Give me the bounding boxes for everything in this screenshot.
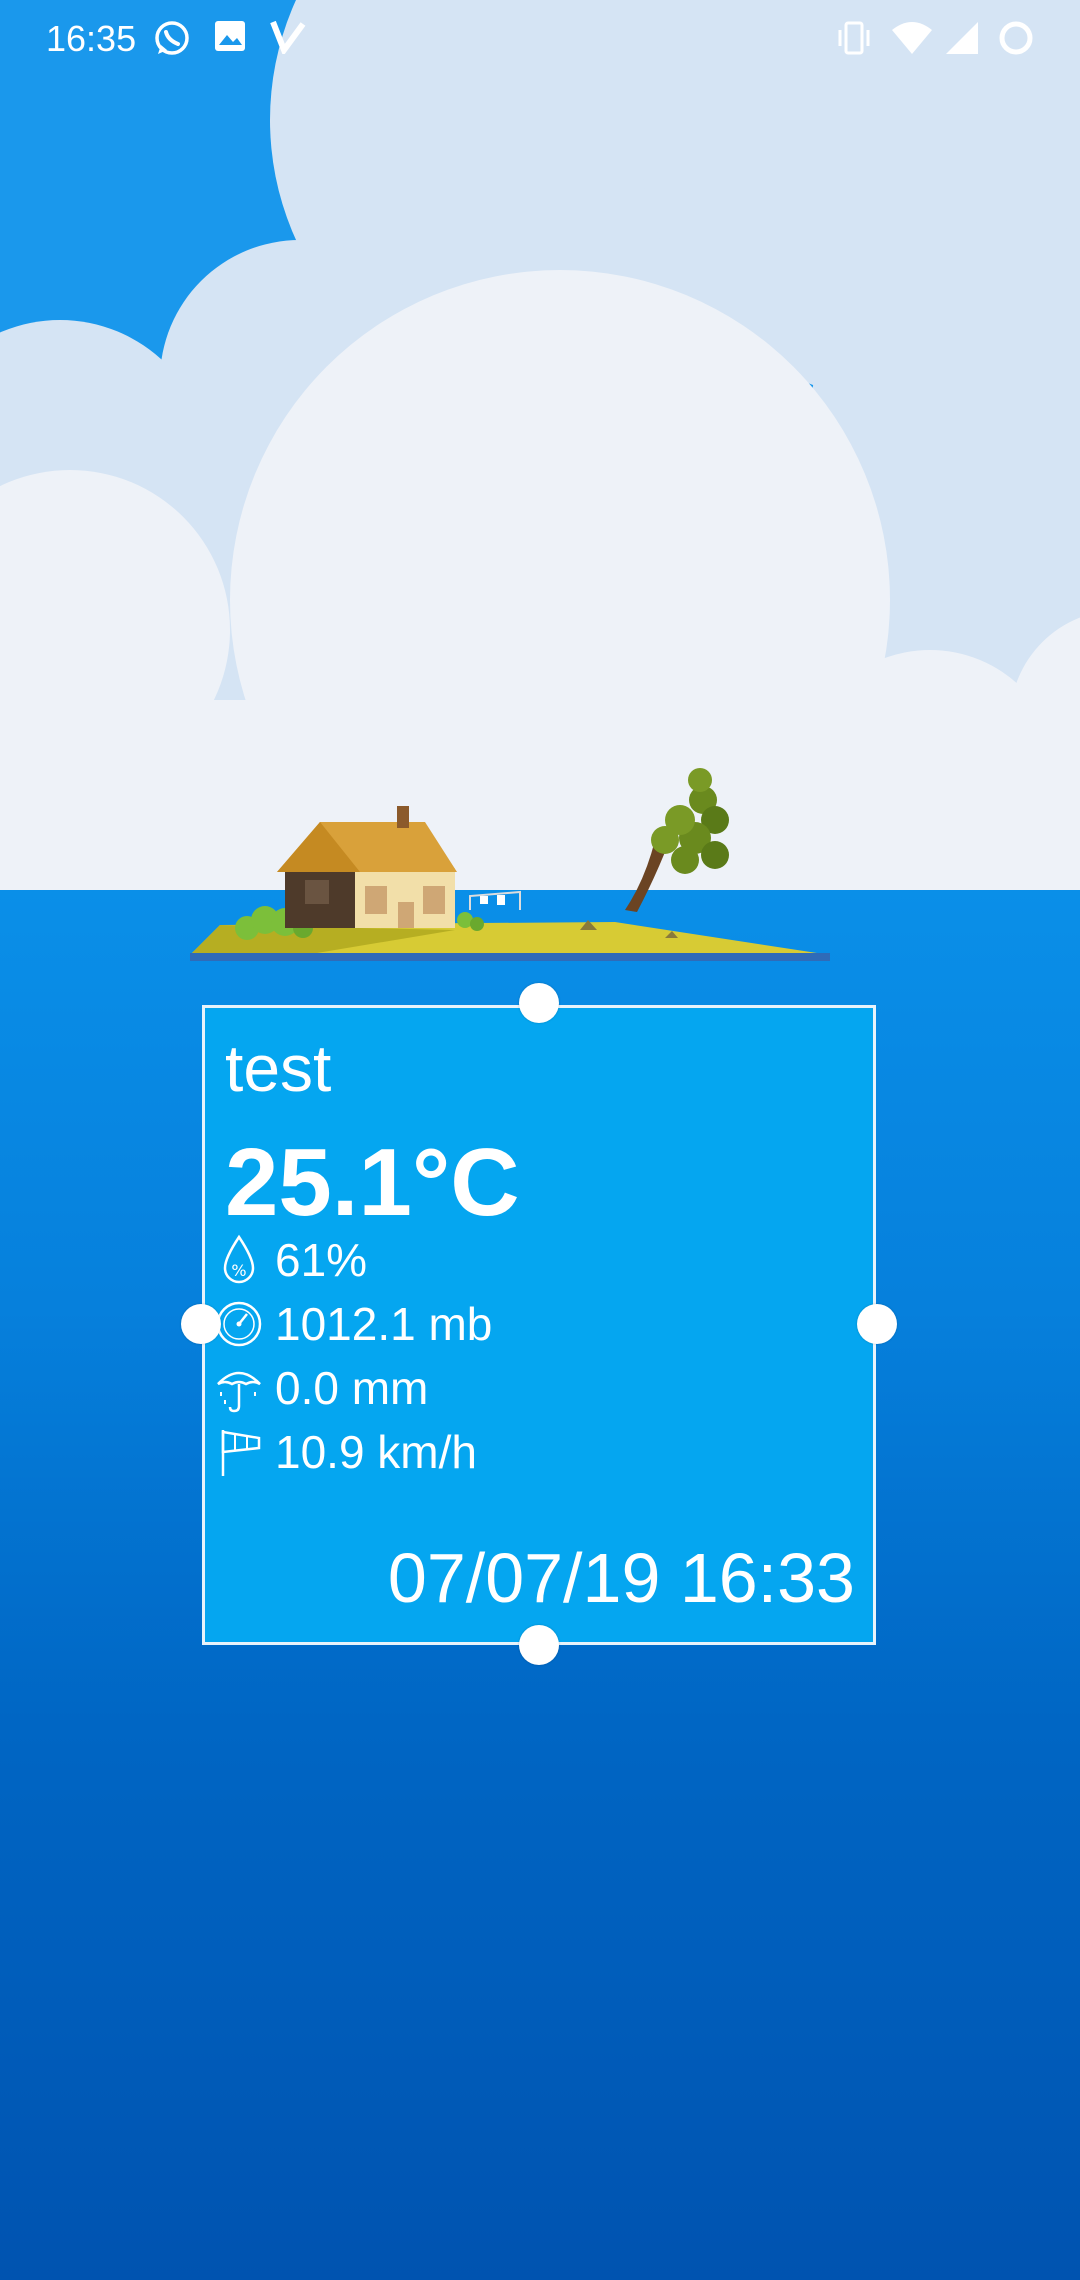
- battery-ring-icon: [996, 18, 1036, 62]
- humidity-value: 61%: [275, 1234, 368, 1286]
- humidity-icon: %: [215, 1232, 263, 1288]
- location-name: test: [225, 1031, 332, 1105]
- whatsapp-icon: [152, 18, 192, 62]
- vibrate-icon: [834, 18, 874, 62]
- temperature-value: 25.1°C: [225, 1129, 520, 1236]
- signal-icon: [944, 18, 980, 62]
- resize-handle-right[interactable]: [857, 1304, 897, 1344]
- wifi-icon: [890, 18, 934, 62]
- svg-text:%: %: [231, 1261, 246, 1280]
- island-illustration: [185, 760, 835, 975]
- wind-row: 10.9 km/h: [215, 1422, 477, 1482]
- check-icon: [270, 18, 306, 58]
- updated-timestamp: 07/07/19 16:33: [387, 1539, 855, 1617]
- resize-handle-top[interactable]: [519, 983, 559, 1023]
- status-time: 16:35: [46, 18, 137, 59]
- windsock-icon: [215, 1424, 263, 1480]
- resize-handle-left[interactable]: [181, 1304, 221, 1344]
- pressure-row: 1012.1 mb: [215, 1294, 492, 1354]
- pressure-value: 1012.1 mb: [275, 1298, 493, 1350]
- sky-background: [0, 0, 1080, 892]
- umbrella-icon: [215, 1360, 263, 1416]
- rain-row: 0.0 mm: [215, 1358, 428, 1418]
- resize-handle-bottom[interactable]: [519, 1625, 559, 1665]
- status-bar: 16:35: [0, 0, 1080, 80]
- image-icon: [212, 18, 248, 58]
- weather-widget[interactable]: test 25.1°C % 61% 1012.1 mb 0.0 mm 10.9 …: [202, 1005, 876, 1645]
- rain-value: 0.0 mm: [275, 1362, 429, 1414]
- wind-value: 10.9 km/h: [275, 1426, 477, 1478]
- humidity-row: % 61%: [215, 1230, 367, 1290]
- pressure-gauge-icon: [215, 1296, 263, 1352]
